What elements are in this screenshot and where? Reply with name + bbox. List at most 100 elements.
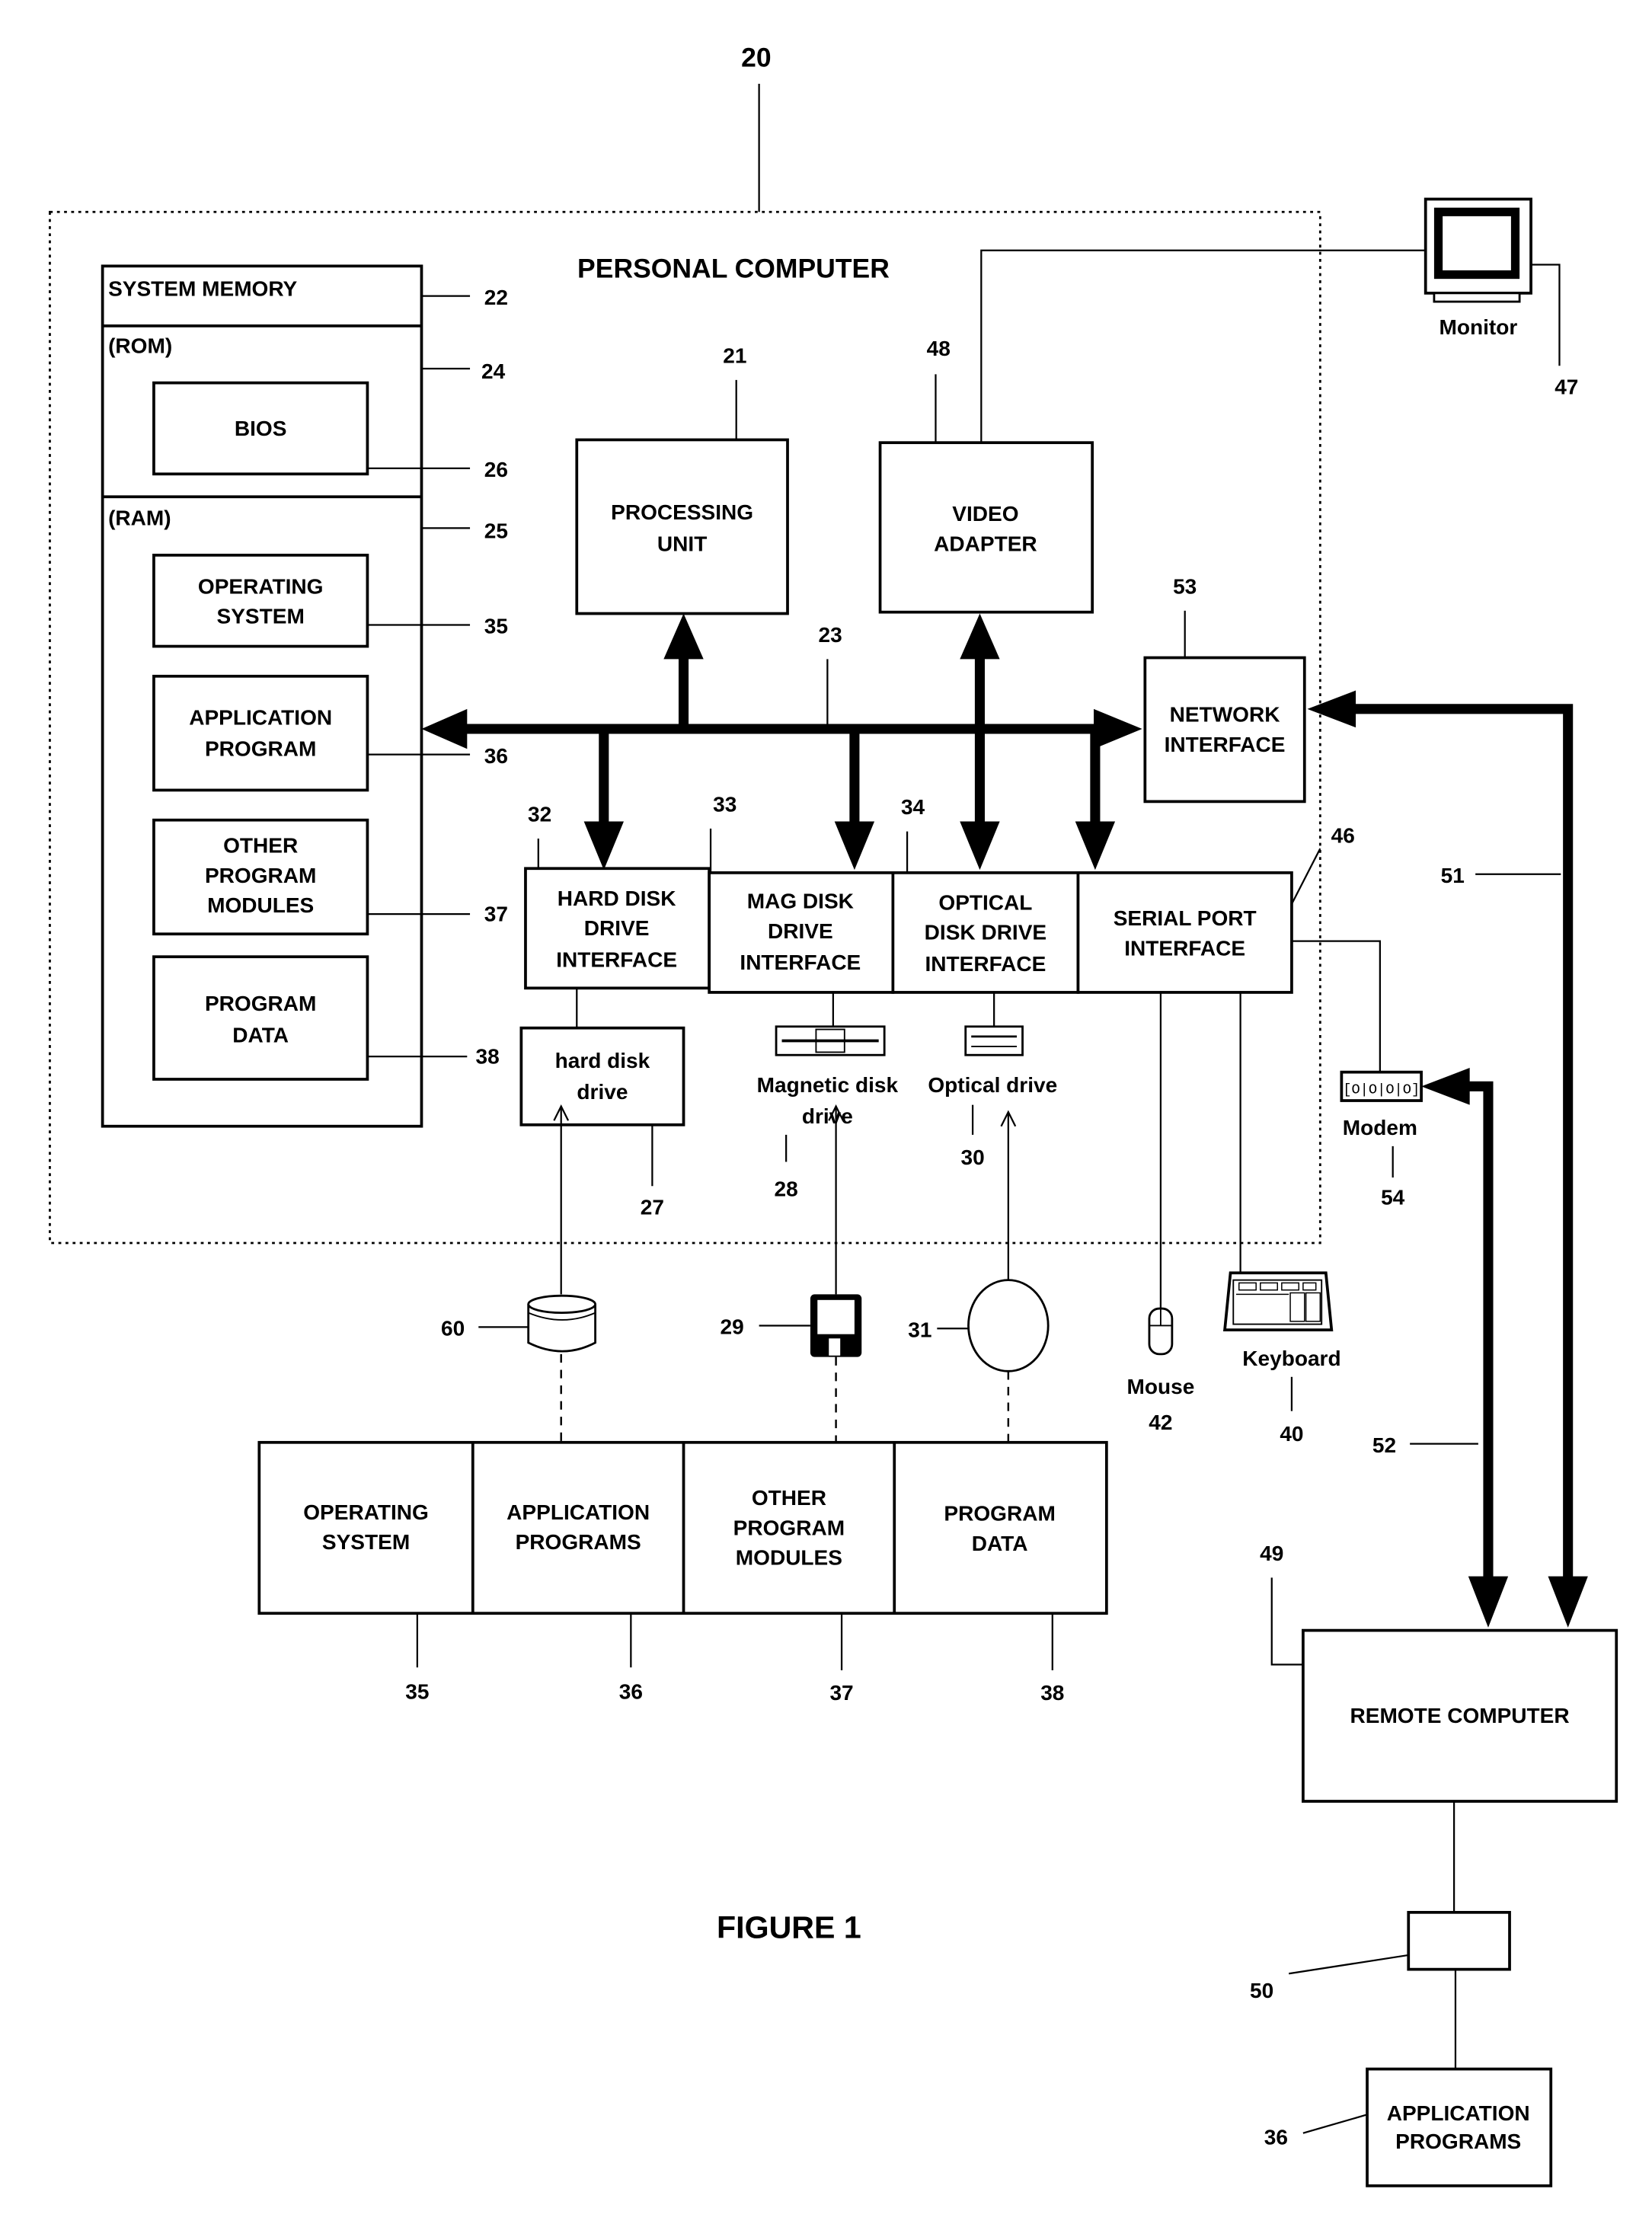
modem-label: Modem [1343, 1116, 1417, 1139]
ref-22: 22 [484, 286, 508, 309]
mouse-icon [1148, 1307, 1174, 1356]
hard-disk-media: 60 [441, 1294, 596, 1353]
keyboard: Keyboard 40 [1222, 1271, 1341, 1446]
ref-21: 21 [723, 344, 746, 367]
serial-interface-line1: SERIAL PORT [1114, 906, 1257, 930]
ref-38-storage: 38 [1040, 1681, 1064, 1705]
storage-data-line2: DATA [972, 1532, 1028, 1555]
optical-interface-line3: INTERFACE [925, 952, 1046, 976]
ref-42: 42 [1149, 1411, 1172, 1434]
hard-disk-drive-line2: drive [577, 1080, 628, 1104]
serial-interface-box [1076, 871, 1293, 994]
ref-31: 31 [908, 1318, 931, 1341]
ram-data-line2: DATA [232, 1023, 289, 1046]
optical-interface-line1: OPTICAL [938, 890, 1032, 914]
ram-modules-line3: MODULES [207, 893, 314, 917]
ram-os-line1: OPERATING [198, 574, 324, 598]
optical-disk: 31 [908, 1279, 1050, 1372]
optical-drive: Optical drive 30 [928, 992, 1057, 1169]
hard-disk-drive-box [519, 1026, 685, 1126]
magnetic-disk-drive: Magnetic disk drive 28 [757, 992, 899, 1200]
network-interface: 53 NETWORK INTERFACE [1143, 574, 1306, 804]
modem-icon: [O|O|O|O] [1340, 1070, 1423, 1102]
ref-46: 46 [1331, 824, 1355, 848]
optical-interface-line2: DISK DRIVE [925, 921, 1046, 944]
mag-interface-line1: MAG DISK [747, 890, 854, 913]
hard-disk-icon [527, 1294, 596, 1353]
mag-interface-line2: DRIVE [768, 919, 833, 943]
ref-36-remote: 36 [1264, 2126, 1288, 2149]
storage-os-line1: OPERATING [303, 1500, 429, 1524]
network-interface-box [1143, 656, 1306, 804]
monitor-cable [980, 249, 1429, 443]
keyboard-label: Keyboard [1242, 1347, 1340, 1370]
storage-modules-line3: MODULES [736, 1546, 842, 1570]
video-adapter-box [878, 441, 1094, 614]
optical-drive-icon [964, 1025, 1024, 1056]
system-memory-title: SYSTEM MEMORY [108, 277, 297, 301]
optical-drive-label: Optical drive [928, 1073, 1057, 1097]
ref-50: 50 [1250, 1979, 1273, 2002]
storage-os-line2: SYSTEM [322, 1530, 410, 1554]
processing-unit-line1: PROCESSING [611, 500, 753, 524]
ref-20: 20 [741, 43, 772, 73]
ref-24: 24 [481, 359, 506, 383]
ram-modules-line2: PROGRAM [205, 864, 316, 887]
ref-30: 30 [960, 1146, 984, 1169]
serial-interface-line2: INTERFACE [1124, 936, 1245, 960]
ref-40: 40 [1280, 1422, 1303, 1446]
modem: [O|O|O|O] Modem 54 [1340, 1070, 1423, 1209]
ram-os-line2: SYSTEM [217, 605, 305, 628]
mag-interface-line3: INTERFACE [740, 951, 861, 974]
bus-arrow-right [1094, 708, 1142, 749]
floppy-drive-icon [775, 1025, 886, 1056]
ref-38-ram: 38 [476, 1044, 500, 1068]
processing-unit-line2: UNIT [657, 532, 707, 555]
ref-37-ram: 37 [484, 902, 508, 925]
floppy-disk-icon [810, 1294, 862, 1357]
ref-53: 53 [1173, 574, 1197, 598]
ref-23: 23 [819, 623, 842, 647]
ref-33: 33 [713, 792, 737, 816]
drive-interfaces: 32 HARD DISK DRIVE INTERFACE 33 MAG DISK… [524, 792, 1355, 994]
hdd-interface-line2: DRIVE [584, 916, 650, 940]
network-interface-line2: INTERFACE [1165, 733, 1286, 756]
hdd-interface-line1: HARD DISK [558, 887, 676, 910]
keyboard-icon [1222, 1271, 1334, 1331]
storage-data-line1: PROGRAM [944, 1502, 1055, 1526]
ref-27: 27 [641, 1196, 664, 1219]
monitor-icon [1424, 197, 1532, 303]
storage-modules-line1: OTHER [752, 1486, 826, 1510]
remote-apps-line1: APPLICATION [1387, 2101, 1530, 2125]
figure-canvas: 20 PERSONAL COMPUTER SYSTEM MEMORY 22 (R… [49, 43, 1618, 2187]
monitor-label: Monitor [1440, 315, 1518, 339]
ref-48: 48 [927, 337, 951, 360]
ref-32: 32 [528, 803, 551, 826]
ref-36-storage: 36 [619, 1679, 643, 1703]
svg-text:[O|O|O|O]: [O|O|O|O] [1343, 1082, 1420, 1098]
ref-35-ram: 35 [484, 615, 508, 638]
remote-computer-label: REMOTE COMPUTER [1350, 1704, 1570, 1727]
remote-apps-line2: PROGRAMS [1395, 2130, 1521, 2153]
ram-data-line1: PROGRAM [205, 992, 316, 1015]
magnetic-drive-line2: drive [802, 1104, 853, 1128]
ref-26: 26 [484, 458, 508, 481]
ref-37-storage: 37 [829, 1681, 853, 1705]
ram-label: (RAM) [108, 506, 171, 530]
video-adapter: 48 VIDEO ADAPTER [878, 249, 1429, 614]
system-memory: SYSTEM MEMORY 22 (ROM) 24 BIOS 26 (RAM) … [101, 264, 508, 1128]
ref-35-storage: 35 [405, 1679, 429, 1703]
rom-label: (ROM) [108, 334, 172, 357]
remote-application-programs: APPLICATION PROGRAMS 36 [1264, 2067, 1553, 2187]
magnetic-drive-line1: Magnetic disk [757, 1073, 899, 1097]
ram-data-box [152, 955, 369, 1081]
remote-apps-box [1366, 2067, 1553, 2187]
monitor: Monitor 47 [1424, 197, 1578, 399]
ref-36-ram: 36 [484, 744, 508, 768]
mouse: Mouse 42 [1127, 1307, 1194, 1434]
hard-disk-drive: hard disk drive 27 [519, 988, 685, 1219]
optical-disk-icon [967, 1279, 1050, 1372]
bus-arrow-left [421, 708, 468, 749]
ref-52: 52 [1372, 1433, 1396, 1457]
remote-storage: 50 [1250, 1910, 1511, 2069]
